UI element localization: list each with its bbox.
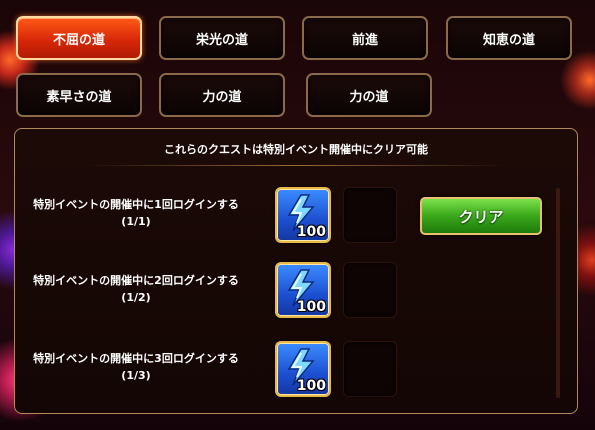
reward-item[interactable]: 100 bbox=[275, 341, 331, 397]
quest-progress: (1/1) bbox=[121, 215, 151, 228]
tab-power-path-1[interactable]: 力の道 bbox=[159, 73, 285, 117]
quest-row-2: 特別イベントの開催中に2回ログインする (1/2) bbox=[16, 272, 256, 306]
empty-reward-slot bbox=[343, 187, 397, 243]
tab-wisdom-path[interactable]: 知恵の道 bbox=[446, 16, 572, 60]
quest-progress: (1/3) bbox=[121, 369, 151, 382]
title-divider bbox=[85, 165, 507, 166]
reward-count: 100 bbox=[296, 224, 326, 240]
clear-button[interactable]: クリア bbox=[420, 197, 542, 235]
reward-count: 100 bbox=[296, 378, 326, 394]
quest-row-1: 特別イベントの開催中に1回ログインする (1/1) bbox=[16, 196, 256, 230]
quest-description: 特別イベントの開催中に3回ログインする bbox=[33, 352, 239, 365]
tab-power-path-2[interactable]: 力の道 bbox=[306, 73, 432, 117]
tab-agility-path[interactable]: 素早さの道 bbox=[16, 73, 142, 117]
tab-glory-path[interactable]: 栄光の道 bbox=[159, 16, 285, 60]
tab-fortitude-path[interactable]: 不屈の道 bbox=[16, 16, 142, 60]
quest-description: 特別イベントの開催中に1回ログインする bbox=[33, 198, 239, 211]
scrollbar[interactable] bbox=[556, 188, 560, 398]
empty-reward-slot bbox=[343, 341, 397, 397]
panel-title: これらのクエストは特別イベント開催中にクリア可能 bbox=[164, 143, 428, 156]
tab-advance[interactable]: 前進 bbox=[302, 16, 428, 60]
quest-row-3: 特別イベントの開催中に3回ログインする (1/3) bbox=[16, 350, 256, 384]
reward-item[interactable]: 100 bbox=[275, 187, 331, 243]
quest-description: 特別イベントの開催中に2回ログインする bbox=[33, 274, 239, 287]
empty-reward-slot bbox=[343, 262, 397, 318]
reward-item[interactable]: 100 bbox=[275, 262, 331, 318]
reward-count: 100 bbox=[296, 299, 326, 315]
quest-progress: (1/2) bbox=[121, 291, 151, 304]
